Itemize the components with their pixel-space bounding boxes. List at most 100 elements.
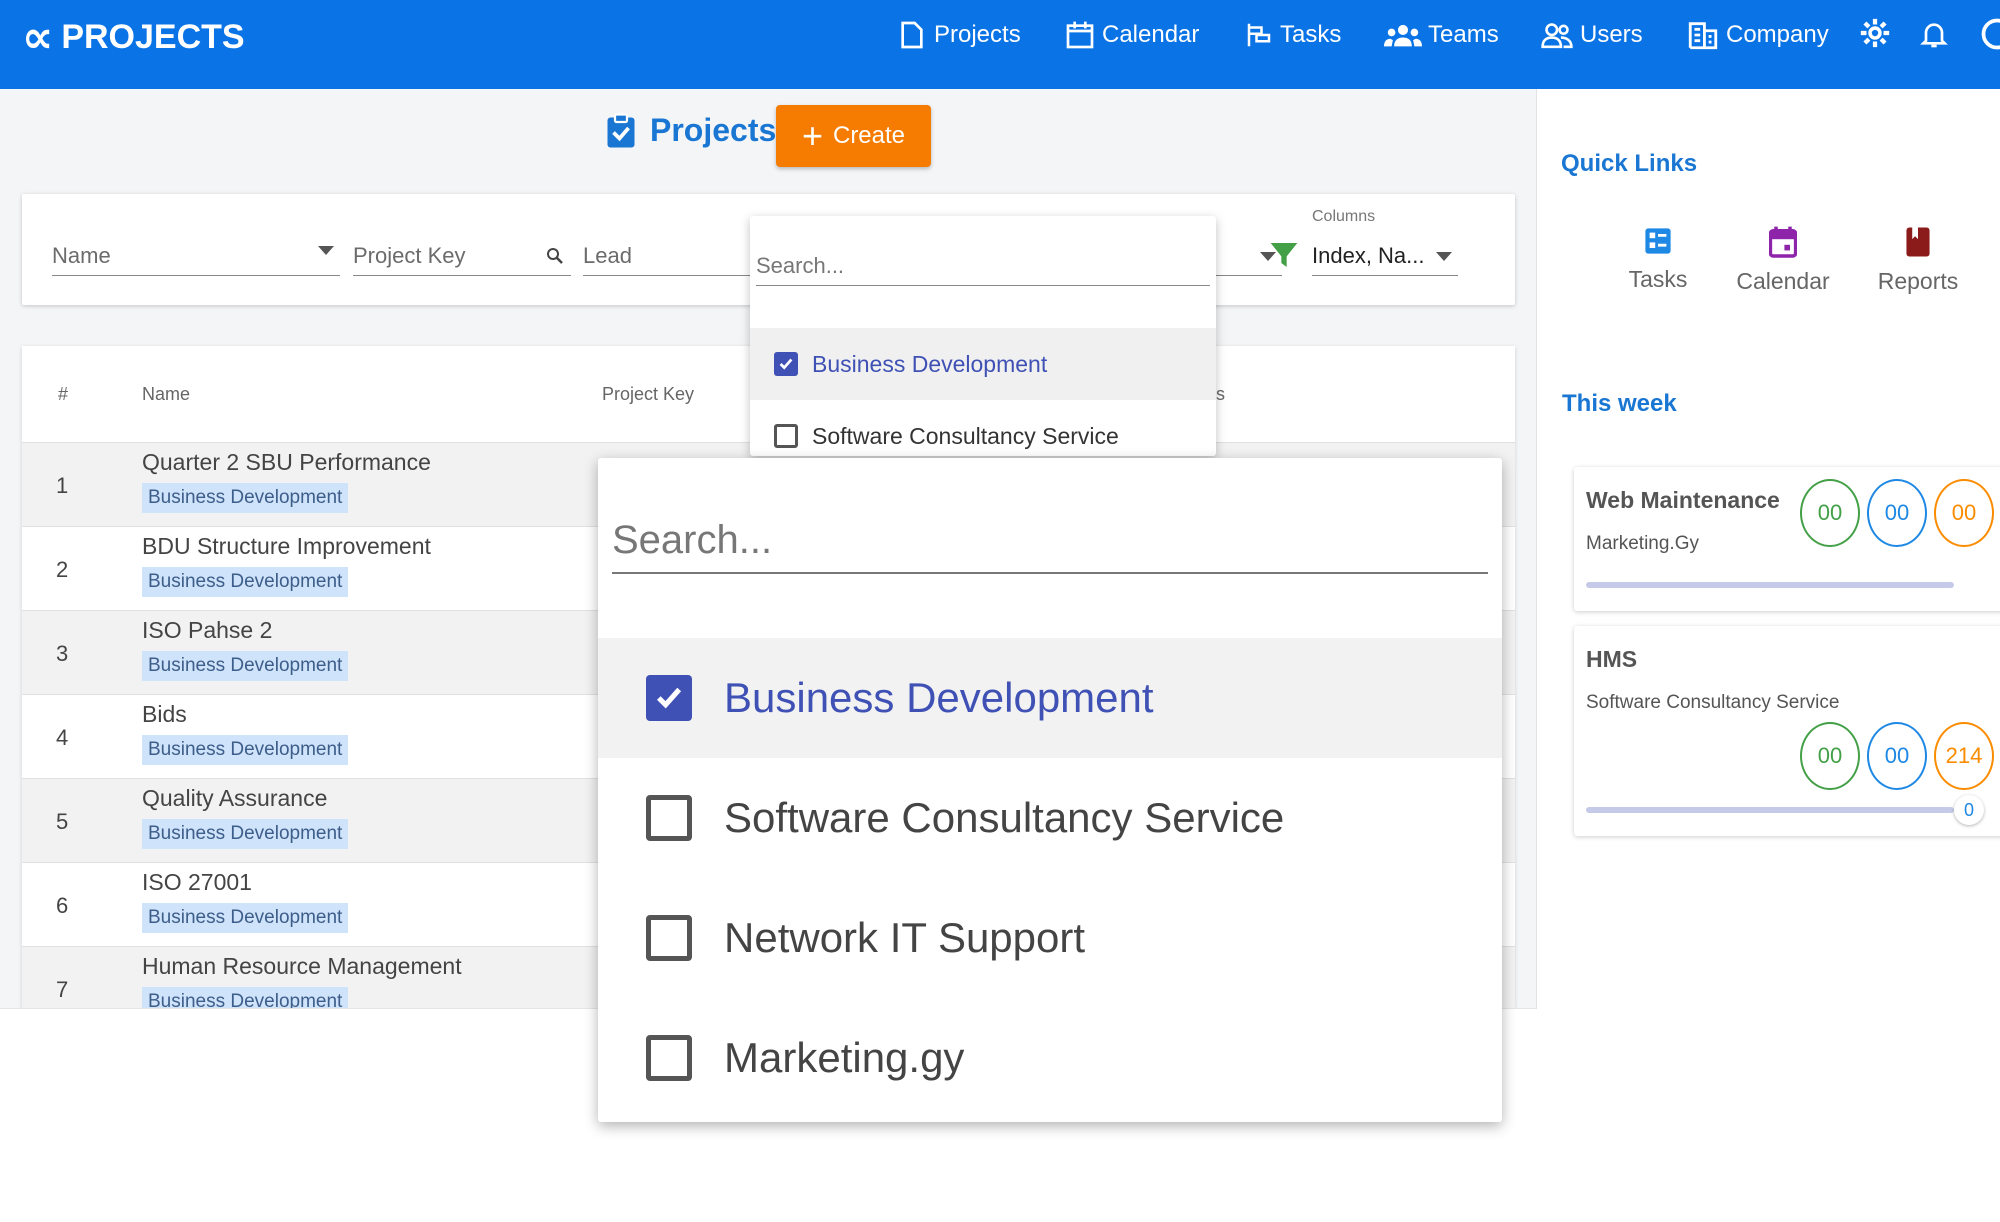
project-name[interactable]: Bids [142,701,187,728]
project-name[interactable]: Human Resource Management [142,953,462,980]
quick-links-title: Quick Links [1561,150,1698,177]
nav-projects-label: Projects [934,21,1021,48]
column-header-name[interactable]: Name [142,384,190,405]
create-project-button[interactable]: + Create [776,105,931,167]
week-project-dept: Marketing.Gy [1586,533,1699,554]
count-circle-green: 00 [1800,722,1860,790]
project-key-placeholder: Project Key [353,242,466,268]
checkbox-unchecked-icon[interactable] [646,795,692,841]
nav-teams-label: Teams [1428,21,1499,48]
nav-projects[interactable]: Projects [896,0,1021,70]
department-search-input[interactable]: Search... [612,508,1488,574]
row-index: 1 [56,473,69,498]
nav-tasks-label: Tasks [1280,21,1342,48]
search-icon [547,248,563,264]
row-index: 4 [56,725,69,750]
project-key-input[interactable]: Project Key [353,236,571,276]
week-project-card[interactable]: HMS Software Consultancy Service 00 00 2… [1574,626,2000,836]
checkbox-unchecked-icon[interactable] [646,915,692,961]
row-index: 7 [56,977,69,1002]
search-placeholder: Search... [756,252,845,278]
option-label: Business Development [724,674,1154,721]
logo-text: PROJECTS [61,18,245,56]
department-option[interactable]: Business Development [750,328,1216,400]
department-tag: Business Development [142,903,349,933]
week-project-name: Web Maintenance [1586,487,1780,513]
progress-slider-thumb[interactable]: 0 [1954,795,1984,825]
project-name[interactable]: Quality Assurance [142,785,327,812]
nav-calendar-label: Calendar [1102,21,1200,48]
quick-link-calendar[interactable]: Calendar [1723,226,1843,295]
count-circle-blue: 00 [1867,722,1927,790]
project-name[interactable]: ISO 27001 [142,869,252,896]
nav-company[interactable]: Company [1686,0,1829,70]
department-search-input[interactable]: Search... [756,246,1210,286]
week-project-name: HMS [1586,646,1638,672]
nav-users[interactable]: Users [1540,0,1643,70]
option-label: Software Consultancy Service [724,794,1285,841]
create-button-label: Create [832,122,906,149]
filter-funnel-icon[interactable] [1268,238,1300,272]
count-circle-orange: 214 [1934,722,1994,790]
gear-icon [1860,18,1890,48]
teams-icon [1384,24,1422,47]
checkbox-checked-icon[interactable] [774,352,798,376]
count-circle-orange: 00 [1934,479,1994,547]
department-option[interactable]: Business Development [598,638,1502,758]
page-heading: Projects [606,112,776,149]
tasks-icon [1247,23,1271,47]
account-icon [1981,18,2000,50]
project-name[interactable]: Quarter 2 SBU Performance [142,449,431,476]
quick-link-tasks[interactable]: Tasks [1598,226,1718,293]
users-icon [1541,23,1573,49]
column-header-project-key[interactable]: Project Key [602,384,694,405]
count-circle-blue: 00 [1867,479,1927,547]
option-label: Marketing.gy [724,1034,965,1081]
lead-filter-input[interactable]: Lead [583,236,763,276]
nav-teams[interactable]: Teams [1384,0,1499,70]
project-name[interactable]: BDU Structure Improvement [142,533,431,560]
week-project-card[interactable]: Web Maintenance Marketing.Gy 00 00 00 [1574,467,2000,611]
column-header-partial: s [1216,384,1225,404]
checkbox-unchecked-icon[interactable] [646,1035,692,1081]
department-option[interactable]: Software Consultancy Service [598,758,1502,878]
calendar-icon [1066,21,1094,49]
quick-link-reports[interactable]: Reports [1858,226,1978,295]
nav-tasks[interactable]: Tasks [1244,0,1341,70]
column-header-index[interactable]: # [58,384,68,405]
row-index: 2 [56,557,69,582]
progress-slider[interactable] [1586,582,1954,588]
nav-company-label: Company [1726,21,1829,48]
settings-button[interactable] [1858,16,1892,55]
row-index: 6 [56,893,69,918]
calendar-icon [1769,226,1797,258]
quick-link-label: Tasks [1628,266,1688,292]
quick-link-label: Calendar [1736,268,1830,294]
checkbox-checked-icon[interactable] [646,675,692,721]
department-tag: Business Development [142,819,349,849]
this-week-title: This week [1562,390,1677,417]
row-index: 3 [56,641,69,666]
department-option[interactable]: Marketing.gy [598,998,1502,1118]
nav-calendar[interactable]: Calendar [1064,0,1199,70]
bell-icon [1920,23,1948,48]
plus-icon: + [801,115,823,156]
company-icon [1688,22,1718,50]
account-button[interactable] [1976,16,2000,57]
department-dropdown-zoomed: Search... Business Development Software … [598,458,1502,1122]
name-filter-select[interactable]: Name [52,236,340,276]
quick-link-label: Reports [1877,268,1959,294]
department-tag: Business Development [142,483,349,513]
project-name[interactable]: ISO Pahse 2 [142,617,272,644]
columns-value: Index, Na... [1312,242,1425,268]
name-filter-label: Name [52,242,111,268]
app-logo[interactable]: ∝ PROJECTS [22,12,245,63]
search-placeholder: Search... [612,517,773,562]
columns-select[interactable]: Index, Na... [1312,236,1458,276]
checkbox-unchecked-icon[interactable] [774,424,798,448]
notifications-button[interactable] [1918,16,1950,57]
option-label: Business Development [812,350,1048,377]
progress-slider[interactable] [1586,807,1954,813]
week-project-dept: Software Consultancy Service [1586,692,1840,713]
department-option[interactable]: Network IT Support [598,878,1502,998]
